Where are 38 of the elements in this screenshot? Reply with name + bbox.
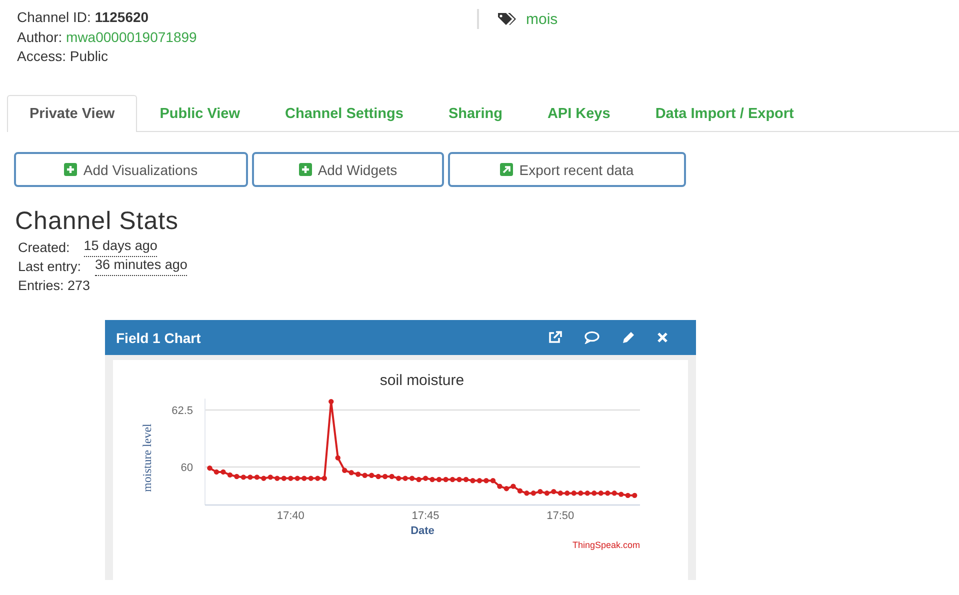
tag-link[interactable]: mois xyxy=(526,10,558,28)
x-tick-label: 17:45 xyxy=(412,510,440,522)
stat-label: Created: xyxy=(18,239,70,257)
tab[interactable]: API Keys xyxy=(524,95,633,131)
y-tick-label: 60 xyxy=(180,462,193,474)
tab[interactable]: Channel Settings xyxy=(262,95,426,131)
plus-icon xyxy=(298,163,312,176)
export-icon xyxy=(500,163,514,176)
action-button[interactable]: Export recent data xyxy=(448,152,686,187)
y-tick-label: 62.5 xyxy=(172,405,193,417)
credit-link[interactable]: ThingSpeak.com xyxy=(572,540,640,550)
x-axis-title: Date xyxy=(410,525,434,537)
author-link[interactable]: mwa0000019071899 xyxy=(66,28,197,44)
tab[interactable]: Public View xyxy=(137,95,263,131)
tab[interactable]: Sharing xyxy=(426,95,525,131)
close-icon[interactable] xyxy=(657,332,668,343)
stat-value: 36 minutes ago xyxy=(95,257,188,276)
x-tick-label: 17:40 xyxy=(276,510,304,522)
section-heading: Channel Stats xyxy=(15,207,180,236)
tab[interactable]: Data Import / Export xyxy=(632,95,816,131)
tab[interactable]: Private View xyxy=(7,95,138,132)
stat-value: 15 days ago xyxy=(84,238,158,257)
action-button[interactable]: Add Widgets xyxy=(252,152,444,187)
access-text: Access: Public xyxy=(17,47,110,66)
panel-title: Field 1 Chart xyxy=(116,330,201,346)
pencil-icon[interactable] xyxy=(622,331,635,344)
stat-label: Last entry: xyxy=(18,258,82,276)
chart-title: soil moisture xyxy=(380,372,464,389)
channel-id: Channel ID: 1125620 xyxy=(17,8,150,27)
author-label: Author: xyxy=(17,28,62,44)
plus-icon xyxy=(64,163,78,176)
y-axis-title: moisture level xyxy=(140,424,154,492)
stat-label: Entries: 273 xyxy=(18,277,90,295)
action-button[interactable]: Add Visualizations xyxy=(14,152,248,187)
comment-icon[interactable] xyxy=(584,331,600,344)
external-link-icon[interactable] xyxy=(548,331,562,344)
tag-icon xyxy=(497,12,517,26)
x-tick-label: 17:50 xyxy=(546,510,574,522)
